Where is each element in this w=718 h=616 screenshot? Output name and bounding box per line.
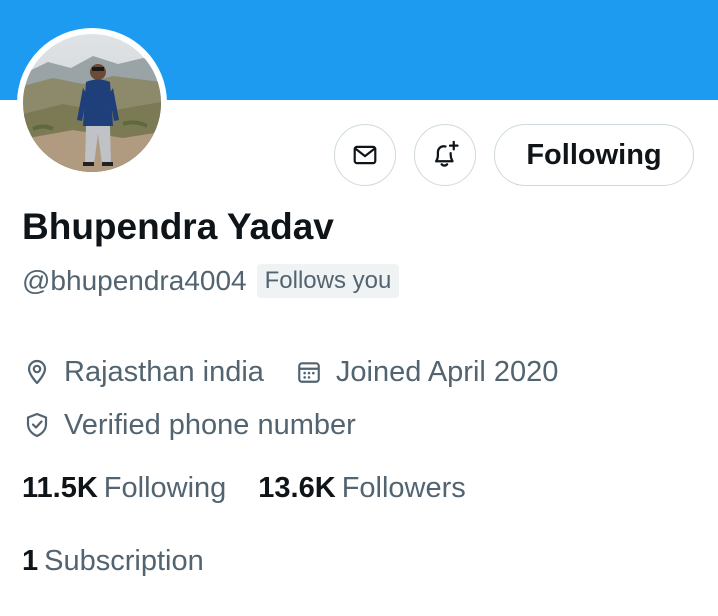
subscription-stat-link[interactable]: 1 Subscription: [22, 545, 204, 585]
verified-phone-text: Verified phone number: [64, 408, 356, 441]
display-name: Bhupendra Yadav: [22, 206, 334, 247]
envelope-icon: [353, 145, 377, 165]
followers-stat-link[interactable]: 13.6K Followers: [258, 472, 465, 505]
username-handle: @bhupendra4004: [22, 265, 247, 296]
location-pin-icon: [22, 357, 52, 387]
avatar-photo: [23, 34, 161, 172]
shield-check-icon: [22, 410, 52, 440]
joined-item: Joined April 2020: [294, 355, 559, 389]
notify-button[interactable]: [414, 124, 476, 186]
follows-you-badge: Follows you: [256, 264, 400, 298]
bell-plus-icon: [435, 140, 459, 167]
follow-stats: 11.5K Following 13.6K Followers: [22, 468, 466, 508]
following-button[interactable]: Following: [494, 124, 694, 186]
message-button[interactable]: [334, 124, 396, 186]
avatar[interactable]: [17, 28, 167, 178]
following-stat-link[interactable]: 11.5K Following: [22, 472, 226, 505]
following-count: 11.5K: [22, 471, 98, 504]
joined-date-text: Joined April 2020: [335, 355, 559, 388]
verified-row: Verified phone number: [22, 405, 356, 445]
location-item: Rajasthan india: [22, 356, 264, 389]
location-text: Rajasthan india: [64, 355, 264, 388]
calendar-icon: [294, 357, 324, 387]
profile-meta-row: Rajasthan india Joined April 2020: [22, 352, 558, 392]
followers-label: Followers: [341, 471, 466, 504]
following-button-label: Following: [526, 138, 662, 171]
handle-row: @bhupendra4004 Follows you: [22, 263, 400, 299]
following-label: Following: [103, 471, 227, 504]
subscription-label: Subscription: [44, 545, 204, 577]
subscription-count: 1: [22, 545, 39, 577]
followers-count: 13.6K: [258, 471, 336, 504]
